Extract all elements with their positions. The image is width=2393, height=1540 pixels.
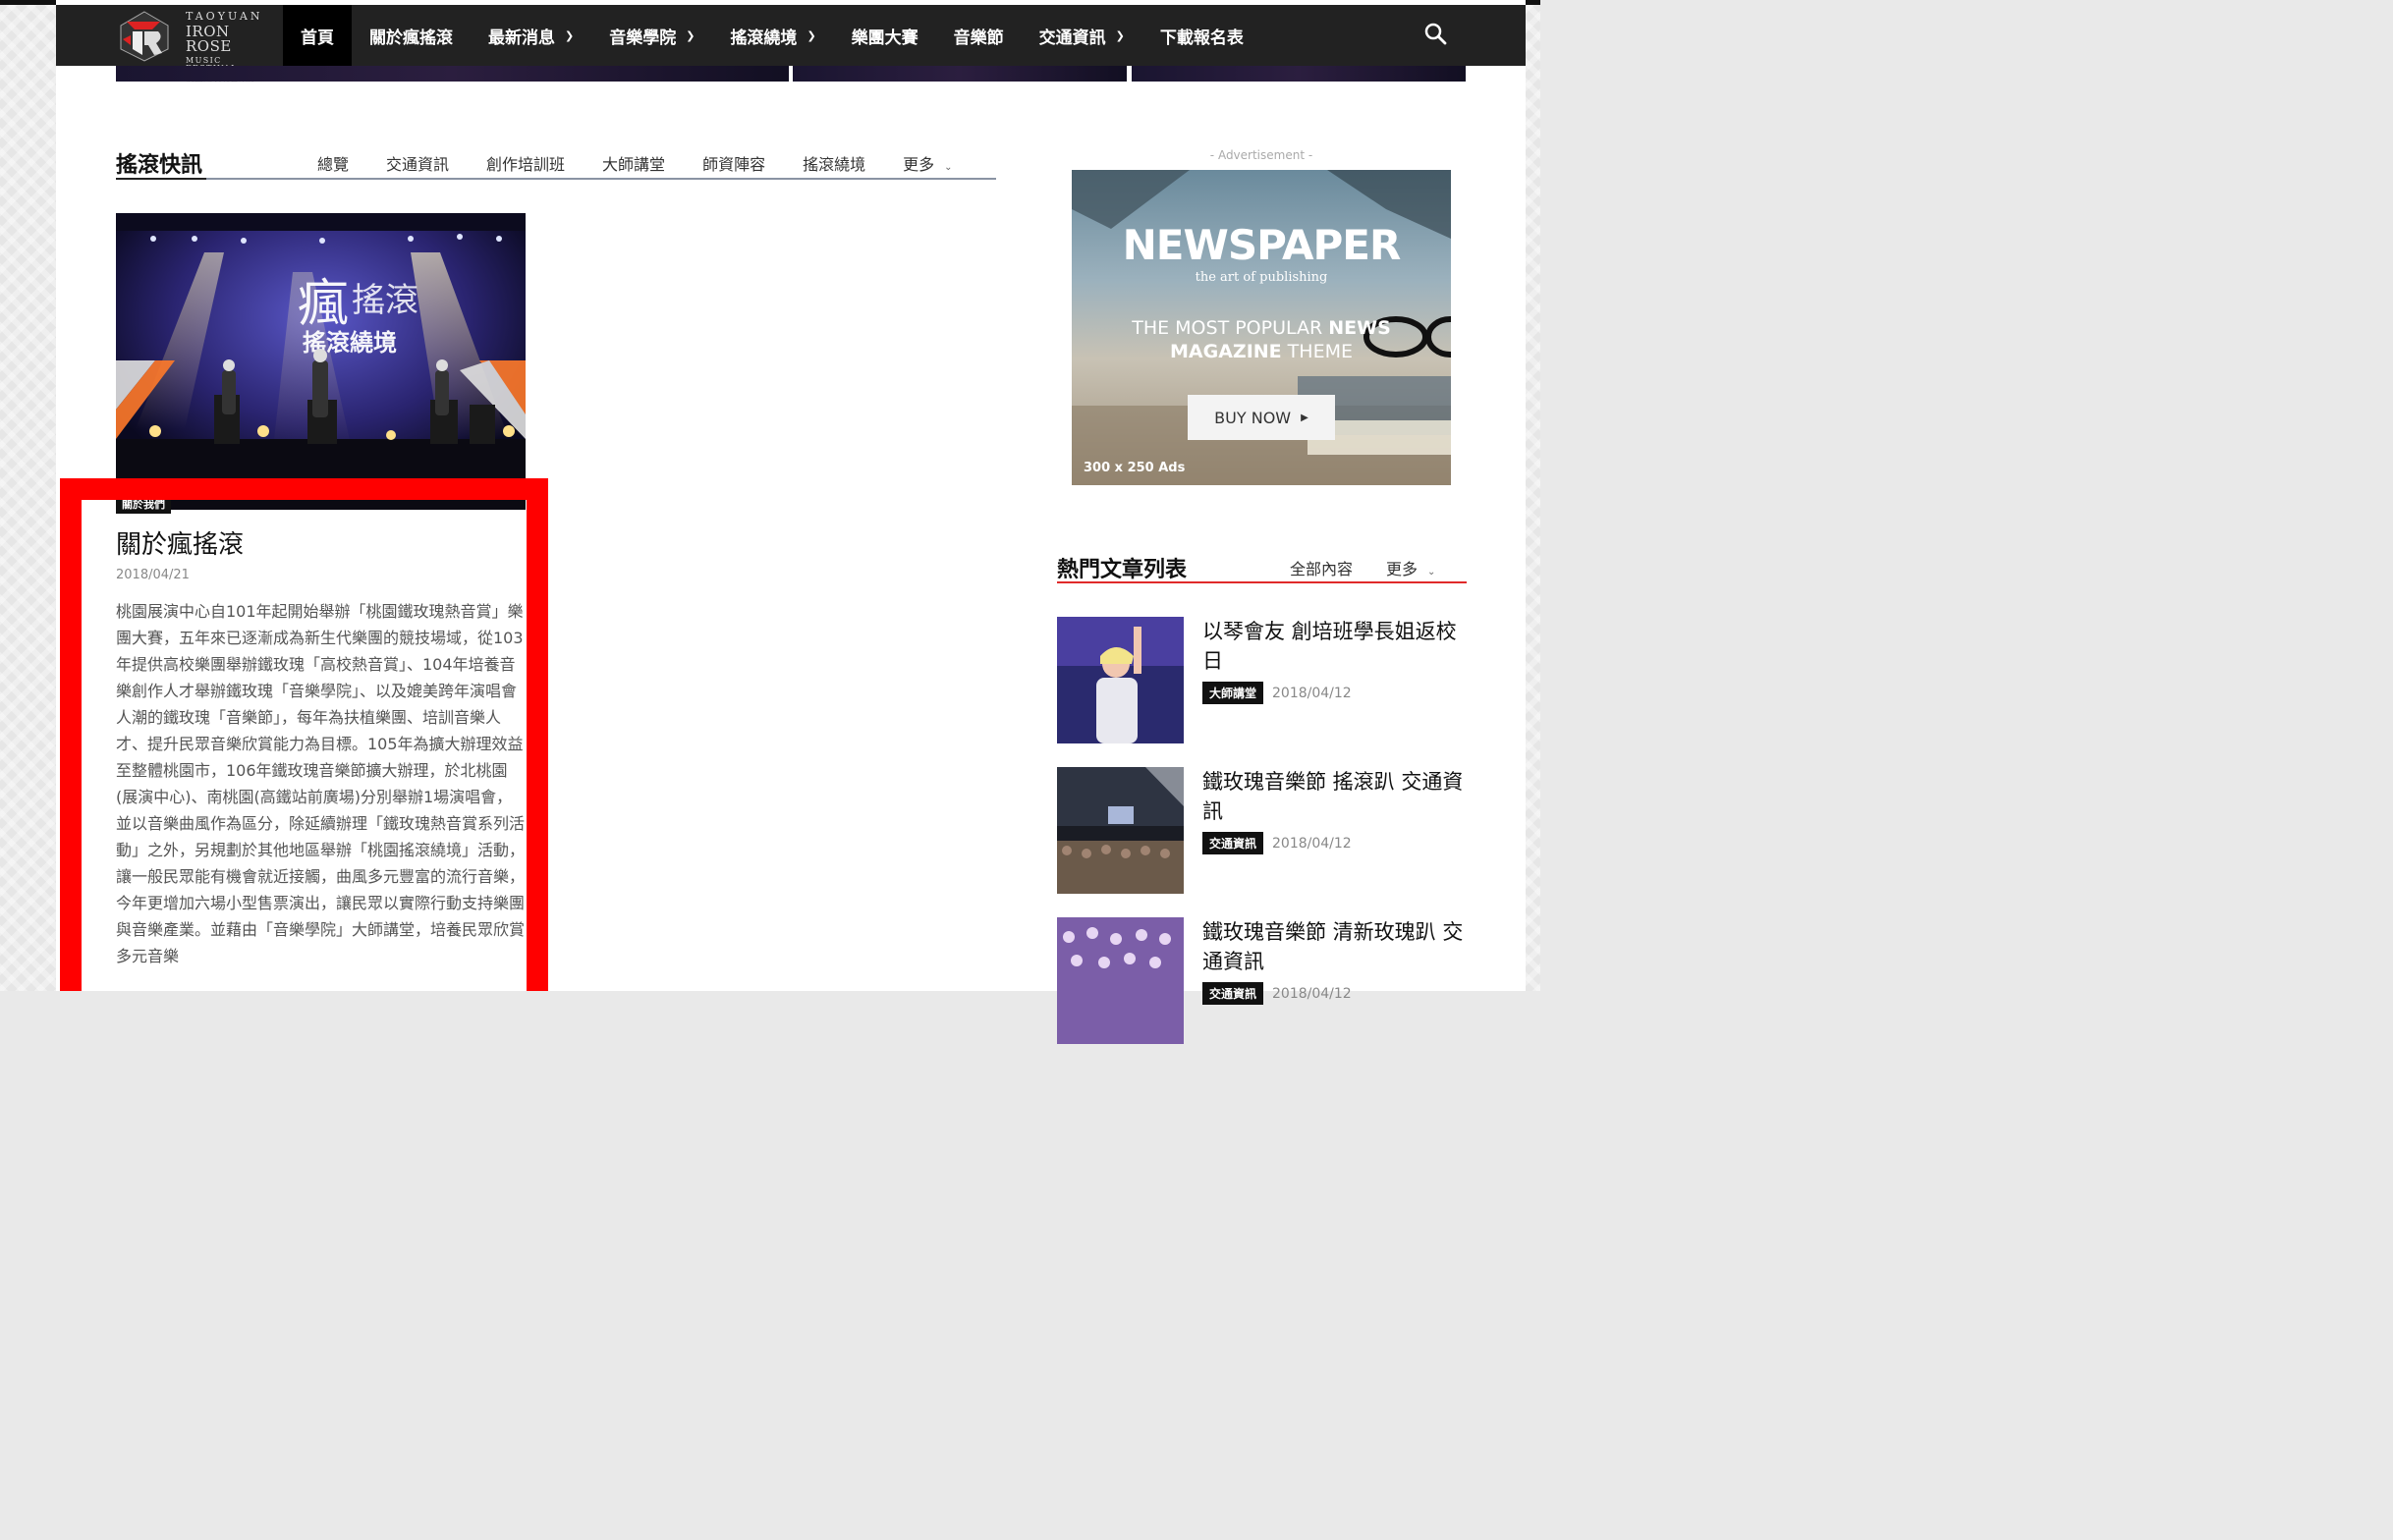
ad-tagline-1: THE MOST POPULAR NEWS bbox=[1072, 317, 1451, 339]
tab-creative-class[interactable]: 創作培訓班 bbox=[468, 151, 584, 175]
main-menu: 首頁 關於瘋搖滾 最新消息 ❯ 音樂學院 ❯ 搖滾繞境 ❯ 樂團大賽 音樂節 交通資訊… bbox=[283, 5, 1261, 66]
popular-section-title: 熱門文章列表 bbox=[1057, 558, 1188, 582]
crowd-photo bbox=[1057, 767, 1184, 894]
chevron-down-icon: ❯ bbox=[807, 28, 816, 42]
menu-item-news[interactable]: 最新消息 ❯ bbox=[471, 5, 591, 66]
logo-line-2: IRON ROSE bbox=[186, 23, 232, 55]
article-date: 2018/04/21 bbox=[116, 568, 190, 582]
menu-item-label: 下載報名表 bbox=[1159, 28, 1244, 48]
top-slider-image[interactable] bbox=[1132, 66, 1466, 82]
tab-more[interactable]: 更多 ⌄ bbox=[884, 151, 971, 175]
menu-item-label: 最新消息 bbox=[488, 28, 555, 48]
tab-instructors[interactable]: 師資陣容 bbox=[684, 151, 784, 175]
top-slider-image[interactable] bbox=[793, 66, 1127, 82]
audience-photo bbox=[1057, 917, 1184, 1044]
logo-line-1: TAOYUAN bbox=[186, 10, 263, 23]
article-thumbnail[interactable] bbox=[1057, 767, 1184, 894]
menu-item-music-festival[interactable]: 音樂節 bbox=[936, 5, 1022, 66]
menu-item-label: 音樂學院 bbox=[609, 28, 677, 48]
tab-rock-tour[interactable]: 搖滾繞境 bbox=[784, 151, 884, 175]
list-item[interactable]: 鐵玫瑰音樂節 搖滾趴 交通資訊 交通資訊 2018/04/12 bbox=[1057, 767, 1467, 895]
featured-article-image[interactable]: 瘋 搖滾 搖滾繞境 bbox=[116, 213, 526, 510]
chevron-down-icon: ❯ bbox=[686, 28, 696, 42]
menu-item-label: 關於瘋搖滾 bbox=[369, 28, 453, 48]
category-badge[interactable]: 關於我們 bbox=[116, 494, 171, 514]
list-item-meta: 交通資訊 2018/04/12 bbox=[1202, 982, 1352, 1005]
ad-tagline-2-b: THEME bbox=[1281, 341, 1353, 362]
list-item-meta: 交通資訊 2018/04/12 bbox=[1202, 832, 1352, 854]
caret-right-icon: ▶ bbox=[1301, 412, 1308, 423]
ad-buy-now-button[interactable]: BUY NOW ▶ bbox=[1188, 395, 1335, 440]
ad-tagline-1-a: THE MOST POPULAR bbox=[1132, 317, 1329, 339]
section-divider-accent bbox=[116, 178, 206, 180]
advertisement-banner[interactable]: NEWSPAPER the art of publishing THE MOST… bbox=[1072, 170, 1451, 485]
section-tabs: 總覽 交通資訊 創作培訓班 大師講堂 師資陣容 搖滾繞境 更多 ⌄ bbox=[299, 151, 972, 175]
tab-overview[interactable]: 總覽 bbox=[299, 151, 367, 175]
menu-item-rock-tour[interactable]: 搖滾繞境 ❯ bbox=[712, 5, 833, 66]
category-badge[interactable]: 交通資訊 bbox=[1202, 982, 1264, 1005]
menu-item-academy[interactable]: 音樂學院 ❯ bbox=[591, 5, 712, 66]
popular-section-divider bbox=[1057, 581, 1467, 583]
list-item-meta: 大師講堂 2018/04/12 bbox=[1202, 682, 1352, 704]
list-item[interactable]: 以琴會友 創培班學長姐返校日 大師講堂 2018/04/12 bbox=[1057, 617, 1467, 744]
main-navbar: TAOYUAN IRON ROSE MUSIC FESTIVAL 桃園鐵玫瑰音樂… bbox=[56, 5, 1526, 84]
section-divider bbox=[116, 178, 996, 180]
ad-button-label: BUY NOW bbox=[1214, 408, 1292, 427]
menu-item-about[interactable]: 關於瘋搖滾 bbox=[352, 5, 471, 66]
article-thumbnail[interactable] bbox=[1057, 917, 1184, 1044]
list-item-date: 2018/04/12 bbox=[1272, 985, 1352, 1002]
article-thumbnail[interactable] bbox=[1057, 617, 1184, 743]
category-badge[interactable]: 大師講堂 bbox=[1202, 682, 1264, 704]
tab-masterclass[interactable]: 大師講堂 bbox=[584, 151, 684, 175]
category-badge[interactable]: 交通資訊 bbox=[1202, 832, 1264, 854]
list-item-title[interactable]: 以琴會友 創培班學長姐返校日 bbox=[1202, 617, 1468, 676]
ad-tagline-2: MAGAZINE THEME bbox=[1072, 341, 1451, 362]
ad-tagline-1-b: NEWS bbox=[1328, 317, 1391, 339]
tab-more-label: 更多 bbox=[1386, 560, 1419, 578]
ad-subline: the art of publishing bbox=[1195, 270, 1328, 285]
tab-more[interactable]: 更多 ⌄ bbox=[1369, 556, 1452, 579]
menu-item-download-form[interactable]: 下載報名表 bbox=[1142, 5, 1261, 66]
list-item-date: 2018/04/12 bbox=[1272, 835, 1352, 852]
list-item-title[interactable]: 鐵玫瑰音樂節 搖滾趴 交通資訊 bbox=[1202, 767, 1468, 826]
menu-item-label: 樂團大賽 bbox=[851, 28, 918, 48]
menu-item-label: 搖滾繞境 bbox=[730, 28, 798, 48]
list-item-title[interactable]: 鐵玫瑰音樂節 清新玫瑰趴 交通資訊 bbox=[1202, 917, 1468, 976]
menu-item-label: 交通資訊 bbox=[1038, 28, 1106, 48]
article-excerpt: 桃園展演中心自101年起開始舉辦「桃園鐵玫瑰熱音賞」樂團大賽，五年來已逐漸成為新… bbox=[116, 602, 526, 965]
tab-all-content[interactable]: 全部內容 bbox=[1273, 556, 1369, 579]
ad-tagline-2-a: MAGAZINE bbox=[1170, 341, 1282, 362]
site-logo[interactable]: TAOYUAN IRON ROSE MUSIC FESTIVAL 桃園鐵玫瑰音樂… bbox=[117, 8, 274, 84]
iron-rose-logo-icon bbox=[120, 11, 169, 62]
list-item-date: 2018/04/12 bbox=[1272, 685, 1352, 701]
chevron-down-icon: ⌄ bbox=[1427, 567, 1436, 578]
chevron-down-icon: ❯ bbox=[565, 28, 575, 42]
article-title[interactable]: 關於瘋搖滾 bbox=[116, 524, 244, 561]
menu-item-band-contest[interactable]: 樂團大賽 bbox=[834, 5, 936, 66]
menu-item-transport[interactable]: 交通資訊 ❯ bbox=[1022, 5, 1142, 66]
tab-more-label: 更多 bbox=[903, 155, 935, 174]
top-slider-image[interactable] bbox=[116, 66, 789, 82]
tab-transport[interactable]: 交通資訊 bbox=[367, 151, 468, 175]
search-icon[interactable] bbox=[1423, 22, 1447, 45]
list-item[interactable]: 鐵玫瑰音樂節 清新玫瑰趴 交通資訊 交通資訊 2018/04/12 bbox=[1057, 917, 1467, 1045]
ad-headline: NEWSPAPER bbox=[1122, 221, 1402, 269]
chevron-down-icon: ❯ bbox=[1115, 28, 1125, 42]
ad-label: - Advertisement - bbox=[1209, 148, 1313, 162]
chevron-down-icon: ⌄ bbox=[944, 162, 953, 173]
menu-item-home[interactable]: 首頁 bbox=[283, 5, 352, 66]
menu-item-label: 音樂節 bbox=[953, 28, 1004, 48]
menu-item-label: 首頁 bbox=[301, 28, 334, 48]
concert-photo: 瘋 搖滾 搖滾繞境 bbox=[116, 213, 526, 510]
singer-photo bbox=[1057, 617, 1184, 743]
popular-tabs: 全部內容 更多 ⌄ bbox=[1273, 556, 1452, 579]
svg-text:搖滾: 搖滾 bbox=[352, 281, 418, 320]
svg-text:瘋: 瘋 bbox=[298, 275, 349, 334]
section-title: 搖滾快訊 bbox=[116, 153, 203, 178]
ad-size-label: 300 x 250 Ads bbox=[1084, 461, 1186, 475]
